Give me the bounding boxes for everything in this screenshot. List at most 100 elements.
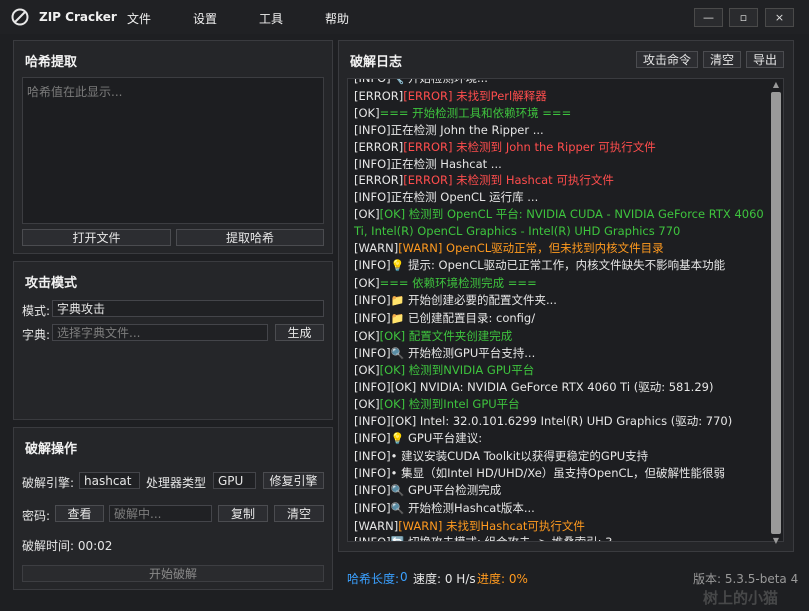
progress-status: 进度: 0% bbox=[477, 572, 528, 586]
mode-label: 模式: bbox=[22, 304, 51, 318]
log-line: [ERROR][ERROR] 未检测到 John the Ripper 可执行文… bbox=[354, 139, 772, 156]
log-line-text: === 依赖环境检测完成 === bbox=[379, 275, 537, 290]
app-logo-icon bbox=[11, 8, 29, 26]
log-line: [WARN][WARN] OpenCL驱动正常，但未找到内核文件目录 bbox=[354, 240, 772, 257]
log-line: [OK][OK] 检测到 OpenCL 平台: NVIDIA CUDA - NV… bbox=[354, 206, 772, 240]
log-line-level: [INFO] bbox=[354, 345, 391, 360]
attack-mode-title: 攻击模式 bbox=[25, 276, 78, 291]
log-line-level: [ERROR] bbox=[354, 139, 404, 154]
generate-button[interactable]: 生成 bbox=[275, 324, 324, 341]
maximize-icon: ▫ bbox=[739, 11, 748, 24]
crack-ops-title: 破解操作 bbox=[25, 442, 78, 457]
log-line: [INFO]正在检测 Hashcat ... bbox=[354, 156, 772, 173]
clear-password-button[interactable]: 清空 bbox=[274, 505, 324, 522]
log-line-level: [INFO] bbox=[354, 465, 391, 480]
log-line: [OK][OK] 检测到NVIDIA GPU平台 bbox=[354, 362, 772, 379]
log-line-text: [OK] 检测到 OpenCL 平台: NVIDIA CUDA - NVIDIA… bbox=[354, 207, 764, 239]
log-line-text: [WARN] 未找到Hashcat可执行文件 bbox=[398, 518, 585, 533]
maximize-button[interactable]: ▫ bbox=[729, 8, 758, 27]
version-label: 版本: 5.3.5-beta 4 bbox=[693, 572, 799, 586]
scroll-up-icon[interactable]: ▲ bbox=[771, 80, 781, 90]
log-line-text: 切换攻击模式: 组合攻击 -> 堆叠索引: 3 bbox=[408, 535, 612, 541]
extract-hash-button[interactable]: 提取哈希 bbox=[176, 229, 324, 246]
log-line-level: [INFO] bbox=[354, 448, 391, 463]
menu-file[interactable]: 文件 bbox=[127, 10, 151, 27]
log-scrollbar-thumb[interactable] bbox=[771, 92, 781, 534]
log-line-level: [WARN] bbox=[354, 518, 399, 533]
log-line-text: [OK] 检测到Intel GPU平台 bbox=[379, 397, 520, 412]
log-line-text: [WARN] OpenCL驱动正常，但未找到内核文件目录 bbox=[398, 241, 664, 256]
log-line-emoji-icon: 📁 bbox=[390, 293, 405, 307]
log-line-text: 开始创建必要的配置文件夹... bbox=[408, 292, 557, 307]
crack-log-title: 破解日志 bbox=[350, 55, 403, 70]
log-line: [INFO]🔧 开始检测环境... bbox=[354, 78, 772, 88]
log-line-emoji-icon: 💡 bbox=[390, 258, 405, 272]
log-line-level: [ERROR] bbox=[354, 88, 404, 103]
log-line-level: [INFO] bbox=[354, 535, 391, 541]
log-line: [INFO][OK] Intel: 32.0.101.6299 Intel(R)… bbox=[354, 413, 772, 430]
dict-label: 字典: bbox=[22, 328, 51, 342]
menu-tools[interactable]: 工具 bbox=[259, 10, 283, 27]
repair-engine-button[interactable]: 修复引擎 bbox=[263, 472, 324, 489]
log-line-text: [ERROR] 未检测到 Hashcat 可执行文件 bbox=[403, 173, 614, 188]
log-lines: [INFO]🔧 开始检测环境... [ERROR][ERROR] 未找到Perl解… bbox=[354, 78, 772, 541]
crack-time: 破解时间: 00:02 bbox=[22, 539, 113, 553]
log-line-level: [INFO] bbox=[354, 156, 391, 171]
menu-settings[interactable]: 设置 bbox=[193, 10, 217, 27]
view-password-button[interactable]: 查看 bbox=[55, 505, 104, 522]
log-line-text: 开始检测环境... bbox=[408, 78, 488, 85]
speed-status: 速度: 0 H/s bbox=[413, 572, 476, 586]
minimize-button[interactable]: — bbox=[694, 8, 723, 27]
clear-log-button[interactable]: 清空 bbox=[703, 51, 741, 68]
copy-password-button[interactable]: 复制 bbox=[218, 505, 268, 522]
log-line-level: [INFO] bbox=[354, 414, 391, 429]
log-line-level: [INFO] bbox=[354, 500, 391, 515]
log-line-text: 正在检测 Hashcat ... bbox=[390, 156, 502, 171]
engine-select[interactable]: hashcat bbox=[79, 472, 140, 489]
log-line: [INFO]🔄 切换攻击模式: 组合攻击 -> 堆叠索引: 3 bbox=[354, 534, 772, 541]
log-line-text: 正在检测 John the Ripper ... bbox=[390, 122, 544, 137]
title-bar: ZIP Cracker 文件 设置 工具 帮助 — ▫ × bbox=[0, 0, 809, 34]
log-line: [OK][OK] 配置文件夹创建完成 bbox=[354, 328, 772, 345]
log-line: [OK]=== 开始检测工具和依赖环境 === bbox=[354, 105, 772, 122]
close-button[interactable]: × bbox=[765, 8, 794, 27]
processor-select[interactable]: GPU bbox=[213, 472, 256, 489]
password-label: 密码: bbox=[22, 509, 51, 523]
log-line-text: • 建议安装CUDA Toolkit以获得更稳定的GPU支持 bbox=[390, 448, 649, 463]
log-line-level: [OK] bbox=[354, 275, 380, 290]
password-output-field[interactable]: 破解中... bbox=[109, 505, 212, 522]
log-line-level: [INFO] bbox=[354, 78, 391, 85]
hash-output-textarea[interactable] bbox=[22, 77, 324, 224]
log-line-level: [ERROR] bbox=[354, 173, 404, 188]
log-line-level: [OK] bbox=[354, 397, 380, 412]
attack-command-button[interactable]: 攻击命令 bbox=[636, 51, 698, 68]
log-line-text: [ERROR] 未找到Perl解释器 bbox=[403, 88, 547, 103]
engine-label: 破解引擎: bbox=[22, 476, 75, 490]
mode-select[interactable]: 字典攻击 bbox=[52, 300, 324, 317]
log-line-emoji-icon: 🔧 bbox=[390, 78, 405, 85]
export-log-button[interactable]: 导出 bbox=[746, 51, 784, 68]
log-line-text: [ERROR] 未检测到 John the Ripper 可执行文件 bbox=[403, 139, 656, 154]
log-line-text: [OK] 配置文件夹创建完成 bbox=[379, 328, 513, 343]
log-line-level: [OK] bbox=[354, 105, 380, 120]
log-line: [OK]=== 依赖环境检测完成 === bbox=[354, 275, 772, 292]
menu-help[interactable]: 帮助 bbox=[325, 10, 349, 27]
log-line-level: [INFO] bbox=[354, 292, 391, 307]
scroll-down-icon[interactable]: ▼ bbox=[771, 536, 781, 546]
hash-length-value: 0 bbox=[400, 570, 408, 584]
log-line-level: [INFO] bbox=[354, 482, 391, 497]
log-view[interactable]: [INFO]🔧 开始检测环境... [ERROR][ERROR] 未找到Perl解… bbox=[347, 78, 784, 542]
log-line-emoji-icon: 💡 bbox=[390, 432, 405, 446]
log-line-text: 提示: OpenCL驱动已正常工作，内核文件缺失不影响基本功能 bbox=[408, 257, 726, 272]
log-line-text: 已创建配置目录: config/ bbox=[408, 310, 536, 325]
log-line-text: 开始检测GPU平台支持... bbox=[408, 345, 536, 360]
start-crack-button[interactable]: 开始破解 bbox=[22, 565, 324, 582]
open-file-button[interactable]: 打开文件 bbox=[22, 229, 171, 246]
log-line-text: • 集显（如Intel HD/UHD/Xe）虽支持OpenCL，但破解性能很弱 bbox=[390, 465, 725, 480]
log-line-level: [INFO] bbox=[354, 257, 391, 272]
log-line-text: [OK] Intel: 32.0.101.6299 Intel(R) UHD G… bbox=[390, 414, 733, 429]
log-line: [INFO]🔍 开始检测GPU平台支持... bbox=[354, 345, 772, 363]
log-line-level: [INFO] bbox=[354, 431, 391, 446]
log-line-level: [OK] bbox=[354, 363, 380, 378]
dict-path-input[interactable]: 选择字典文件... bbox=[52, 324, 268, 341]
